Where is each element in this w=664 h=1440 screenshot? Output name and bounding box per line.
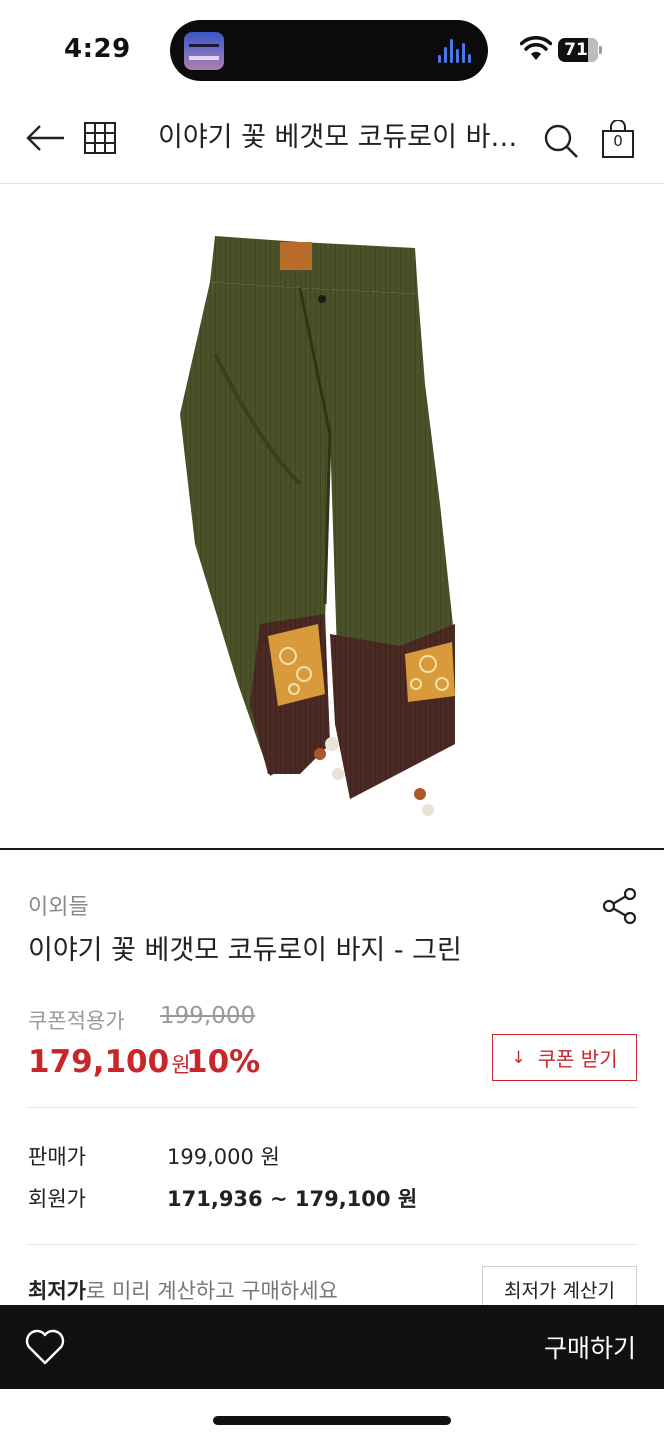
sale-price: 179,100원 <box>28 1044 191 1080</box>
coupon-button-label: 쿠폰 받기 <box>537 1047 618 1071</box>
product-image[interactable] <box>0 184 664 848</box>
audio-wave-icon <box>438 39 472 63</box>
wifi-icon <box>520 36 552 60</box>
back-arrow-icon[interactable] <box>24 120 68 156</box>
shop-home-icon[interactable] <box>82 120 118 156</box>
search-icon[interactable] <box>542 122 580 160</box>
battery-level: 71 <box>564 40 588 60</box>
top-navigation: 이야기 꽃 베갯모 코듀로이 바지 - 그린 0 <box>0 100 664 184</box>
corduroy-pants-image <box>180 236 455 816</box>
price-row-label: 판매가 <box>28 1145 86 1169</box>
home-indicator[interactable] <box>213 1416 451 1425</box>
dynamic-island[interactable] <box>170 20 488 81</box>
lowest-price-hint: 최저가로 미리 계산하고 구매하세요 <box>28 1275 338 1305</box>
price-row-value: 199,000 원 <box>167 1145 280 1169</box>
discount-rate: 10% <box>186 1044 261 1080</box>
lowest-price-rest: 로 미리 계산하고 구매하세요 <box>85 1279 338 1303</box>
battery-icon: 71 <box>558 38 602 62</box>
image-divider <box>0 848 664 850</box>
now-playing-thumbnail <box>184 32 224 70</box>
cart-count: 0 <box>613 132 623 150</box>
buy-button[interactable]: 구매하기 <box>544 1329 636 1365</box>
coupon-download-button[interactable]: ↓ 쿠폰 받기 <box>492 1034 637 1081</box>
header-title: 이야기 꽃 베갯모 코듀로이 바지 - 그린 <box>158 122 518 153</box>
divider <box>28 1244 637 1245</box>
heart-icon[interactable] <box>24 1327 66 1367</box>
member-price-label: 회원가 <box>28 1187 86 1211</box>
brand-name[interactable]: 이외들 <box>28 889 89 921</box>
status-time: 4:29 <box>64 34 131 64</box>
bottom-action-bar: 구매하기 <box>0 1305 664 1389</box>
coupon-price-label: 쿠폰적용가 <box>28 1009 125 1033</box>
lowest-price-bold: 최저가 <box>28 1279 86 1303</box>
member-price-value: 171,936 ~ 179,100 원 <box>167 1187 418 1211</box>
status-bar: 4:29 71 <box>0 0 664 100</box>
cart-button[interactable]: 0 <box>600 119 636 160</box>
share-icon[interactable] <box>600 886 640 926</box>
original-price: 199,000 <box>160 1003 256 1029</box>
download-icon: ↓ <box>511 1047 526 1068</box>
divider <box>28 1107 637 1108</box>
sale-price-value: 179,100 <box>28 1044 170 1080</box>
product-name: 이야기 꽃 베갯모 코듀로이 바지 - 그린 <box>28 935 462 966</box>
